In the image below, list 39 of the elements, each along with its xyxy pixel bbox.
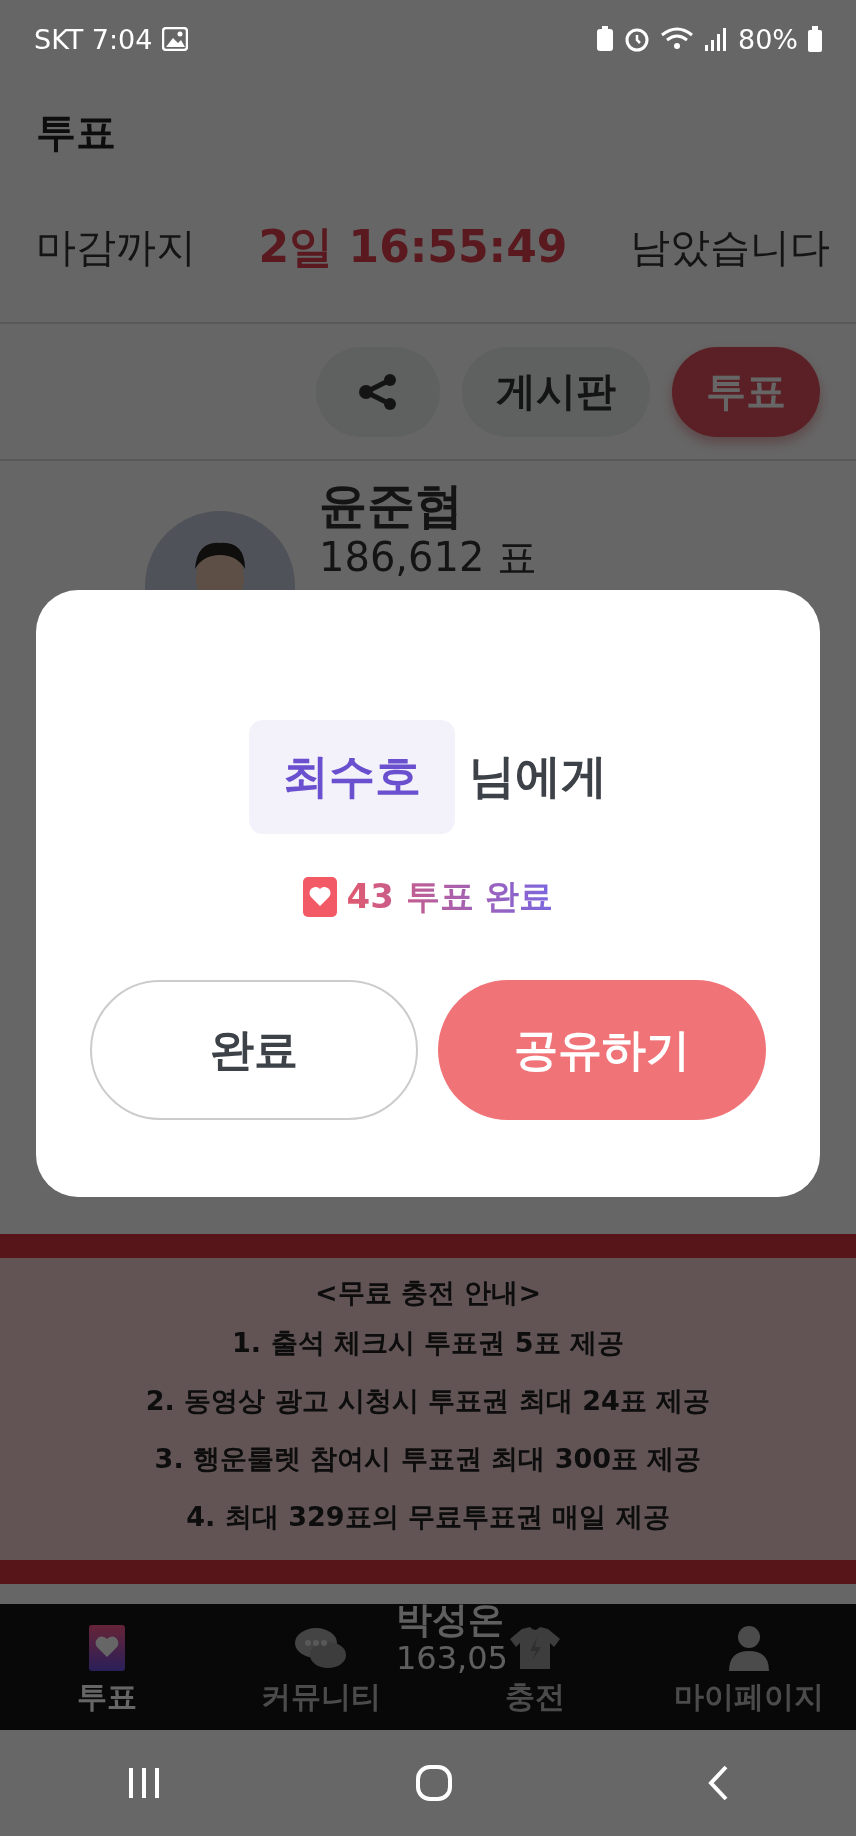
candidate-name: 박성온 bbox=[396, 1598, 505, 1642]
tab[interactable]: 게시판 bbox=[462, 346, 650, 437]
banner-line: 2. 동영상 광고 시청시 투표권 최대 24표 제공 bbox=[145, 1384, 711, 1418]
nav-item[interactable]: 충전 bbox=[505, 1625, 565, 1718]
battery-percent: 80% bbox=[738, 23, 798, 55]
recent-apps-icon[interactable] bbox=[127, 1766, 162, 1800]
share-icon bbox=[358, 373, 398, 410]
countdown-timer: 2일 16:55:49 bbox=[258, 219, 568, 274]
shirt-icon bbox=[510, 1625, 560, 1671]
alarm-icon bbox=[624, 26, 650, 52]
heart-card-icon bbox=[89, 1625, 125, 1671]
recipient-suffix: 님에게 bbox=[469, 748, 607, 805]
page-title: 투표 bbox=[36, 107, 116, 157]
candidate-name: 윤준협 bbox=[319, 477, 464, 535]
carrier-time: SKT 7:04 bbox=[34, 23, 153, 55]
nav-item[interactable]: 커뮤니티 bbox=[261, 1625, 381, 1718]
image-icon bbox=[162, 27, 189, 51]
banner-line: 1. 출석 체크시 투표권 5표 제공 bbox=[232, 1326, 624, 1360]
chat-bubbles-icon bbox=[294, 1625, 348, 1671]
vote-count: 186,612 표 bbox=[319, 534, 538, 579]
back-icon[interactable] bbox=[706, 1765, 729, 1801]
nav-item[interactable]: 투표 bbox=[77, 1625, 137, 1718]
remaining-label: 남았습니다 bbox=[630, 222, 830, 272]
battery-icon bbox=[808, 26, 822, 52]
vote-count: 163,05 bbox=[396, 1641, 508, 1677]
signal-icon bbox=[704, 27, 728, 51]
share-button[interactable]: 공유하기 bbox=[438, 980, 766, 1120]
banner-title: <무료 충전 안내> bbox=[314, 1276, 541, 1310]
deadline-label: 마감까지 bbox=[36, 222, 196, 272]
nav-item[interactable]: 마이페이지 bbox=[674, 1625, 824, 1718]
recipient-name: 최수호 bbox=[249, 720, 455, 834]
home-icon[interactable] bbox=[416, 1765, 452, 1801]
person-icon bbox=[729, 1625, 769, 1671]
banner-line: 3. 행운룰렛 참여시 투표권 최대 300표 제공 bbox=[154, 1442, 702, 1476]
battery-saver-icon bbox=[596, 26, 614, 52]
wifi-icon bbox=[660, 26, 694, 52]
banner-line: 4. 최대 329표의 무료투표권 매일 제공 bbox=[186, 1500, 670, 1534]
done-button[interactable]: 완료 bbox=[90, 980, 418, 1120]
tab[interactable]: 투표 bbox=[672, 346, 820, 437]
